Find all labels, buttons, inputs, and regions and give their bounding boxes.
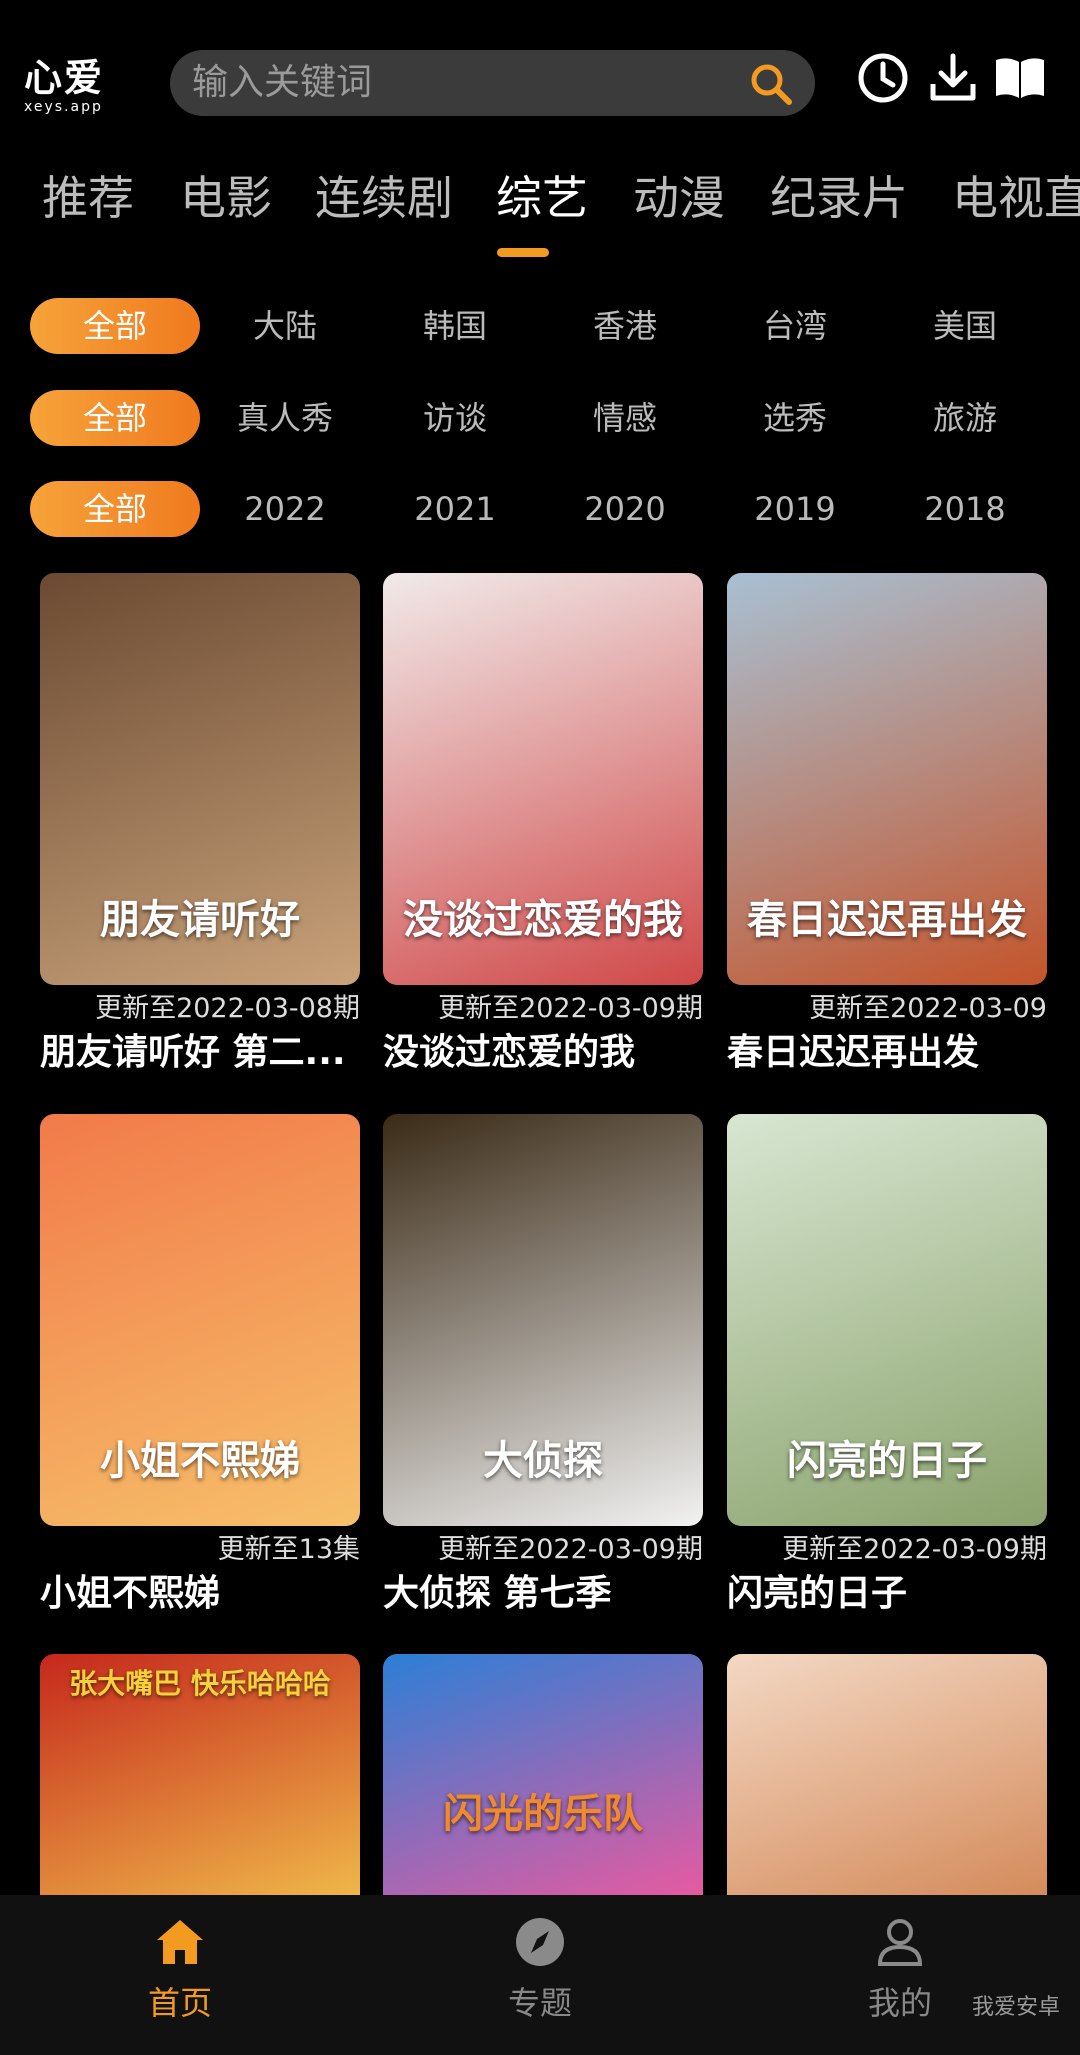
poster-image[interactable]: 闪光的乐队: [383, 1654, 703, 1899]
tab-movies[interactable]: 电影: [180, 170, 272, 226]
app-header: 心爱 xeys.app 输入关键词: [0, 0, 1080, 150]
poster-image[interactable]: 没谈过恋爱的我: [383, 573, 703, 985]
tab-anime[interactable]: 动漫: [633, 170, 725, 226]
tab-variety[interactable]: 综艺: [496, 170, 588, 226]
poster-image[interactable]: 朋友请听好: [40, 573, 360, 985]
update-status: 更新至2022-03-09期: [438, 993, 703, 1024]
logo-text: 心爱: [24, 56, 105, 100]
filter-option[interactable]: 情感: [555, 390, 695, 446]
tab-tv-live[interactable]: 电视直: [952, 170, 1080, 226]
year-filter-row: 全部 2022 2021 2020 2019 2018: [0, 481, 1080, 541]
show-card[interactable]: 大侦探 更新至2022-03-09期 大侦探 第七季: [383, 1114, 703, 1618]
nav-label: 我的: [867, 1984, 932, 2022]
poster-caption: 张大嘴巴 快乐哈哈哈: [69, 1667, 331, 1700]
poster-caption: 朋友请听好: [100, 897, 300, 943]
show-title: 春日迟迟再出发: [727, 1032, 980, 1073]
nav-topics[interactable]: 专题: [440, 1915, 640, 2023]
filter-option[interactable]: 访谈: [385, 390, 525, 446]
tab-recommend[interactable]: 推荐: [42, 170, 134, 226]
filter-chip-all-genre[interactable]: 全部: [30, 390, 200, 446]
poster-image[interactable]: 大侦探: [383, 1114, 703, 1526]
filter-option[interactable]: 2022: [215, 481, 355, 537]
home-icon: [157, 1920, 203, 1964]
tab-documentary[interactable]: 纪录片: [770, 170, 908, 226]
update-status: 更新至2022-03-09期: [438, 1534, 703, 1565]
show-title: 闪亮的日子: [727, 1573, 908, 1614]
nav-profile[interactable]: 我的: [800, 1915, 1000, 2023]
poster-caption: 闪光的乐队: [443, 1791, 643, 1837]
filter-option[interactable]: 大陆: [215, 298, 355, 354]
show-card[interactable]: 春日迟迟再出发 更新至2022-03-09 春日迟迟再出发: [727, 573, 1047, 1077]
show-card[interactable]: 闪亮的日子 更新至2022-03-09期 闪亮的日子: [727, 1114, 1047, 1618]
nav-home[interactable]: 首页: [80, 1915, 280, 2023]
poster-image[interactable]: [727, 1654, 1047, 1899]
active-tab-indicator: [497, 248, 549, 257]
history-icon[interactable]: [855, 50, 911, 106]
filter-option[interactable]: 台湾: [725, 298, 865, 354]
filter-option[interactable]: 韩国: [385, 298, 525, 354]
filter-chip-all-year[interactable]: 全部: [30, 481, 200, 537]
watermark: 我爱安卓: [971, 1995, 1060, 2020]
show-title: 大侦探 第七季: [383, 1573, 612, 1614]
filter-option[interactable]: 2020: [555, 481, 695, 537]
update-status: 更新至2022-03-09: [809, 993, 1047, 1024]
filter-option[interactable]: 香港: [555, 298, 695, 354]
show-card[interactable]: 没谈过恋爱的我 更新至2022-03-09期 没谈过恋爱的我: [383, 573, 703, 1077]
search-icon[interactable]: [747, 60, 795, 108]
poster-image[interactable]: 春日迟迟再出发: [727, 573, 1047, 985]
update-status: 更新至2022-03-09期: [782, 1534, 1047, 1565]
update-status: 更新至13集: [217, 1534, 360, 1565]
poster-caption: 大侦探: [483, 1438, 603, 1484]
filter-option[interactable]: 2019: [725, 481, 865, 537]
filter-option[interactable]: 2021: [385, 481, 525, 537]
book-icon[interactable]: [992, 50, 1048, 106]
nav-label: 首页: [147, 1984, 212, 2022]
show-title: 没谈过恋爱的我: [383, 1032, 636, 1073]
show-card[interactable]: 小姐不熙娣 更新至13集 小姐不熙娣: [40, 1114, 360, 1618]
poster-image[interactable]: 张大嘴巴 快乐哈哈哈: [40, 1654, 360, 1899]
search-bar[interactable]: 输入关键词: [170, 50, 815, 116]
update-status: 更新至2022-03-08期: [95, 993, 360, 1024]
filter-option[interactable]: 选秀: [725, 390, 865, 446]
poster-caption: 闪亮的日子: [787, 1438, 987, 1484]
poster-caption: 小姐不熙娣: [100, 1438, 300, 1484]
app-logo[interactable]: 心爱 xeys.app: [24, 58, 114, 116]
filter-option[interactable]: 真人秀: [215, 390, 355, 446]
category-tabs: 推荐 电影 连续剧 综艺 动漫 纪录片 电视直: [0, 160, 1080, 260]
show-title: 小姐不熙娣: [40, 1573, 221, 1614]
genre-filter-row: 全部 真人秀 访谈 情感 选秀 旅游: [0, 390, 1080, 450]
show-card[interactable]: [727, 1654, 1047, 1899]
region-filter-row: 全部 大陆 韩国 香港 台湾 美国: [0, 298, 1080, 358]
filter-option[interactable]: 美国: [895, 298, 1035, 354]
nav-label: 专题: [507, 1984, 572, 2022]
tab-series[interactable]: 连续剧: [315, 170, 453, 226]
show-card[interactable]: 张大嘴巴 快乐哈哈哈: [40, 1654, 360, 1899]
filter-option[interactable]: 旅游: [895, 390, 1035, 446]
show-card[interactable]: 闪光的乐队: [383, 1654, 703, 1899]
show-title: 朋友请听好 第二...: [40, 1032, 346, 1073]
bottom-navigation: 首页 专题 我的 我爱安卓: [0, 1895, 1080, 2055]
filter-option[interactable]: 2018: [895, 481, 1035, 537]
poster-image[interactable]: 闪亮的日子: [727, 1114, 1047, 1526]
show-card[interactable]: 朋友请听好 更新至2022-03-08期 朋友请听好 第二...: [40, 573, 360, 1077]
poster-image[interactable]: 小姐不熙娣: [40, 1114, 360, 1526]
logo-subtext: xeys.app: [24, 99, 103, 115]
poster-caption: 没谈过恋爱的我: [403, 897, 683, 943]
compass-icon: [516, 1918, 564, 1966]
poster-caption: 春日迟迟再出发: [747, 897, 1027, 943]
user-icon: [877, 1919, 923, 1966]
download-icon[interactable]: [925, 50, 981, 106]
search-input[interactable]: 输入关键词: [192, 62, 372, 104]
filter-chip-all-region[interactable]: 全部: [30, 298, 200, 354]
